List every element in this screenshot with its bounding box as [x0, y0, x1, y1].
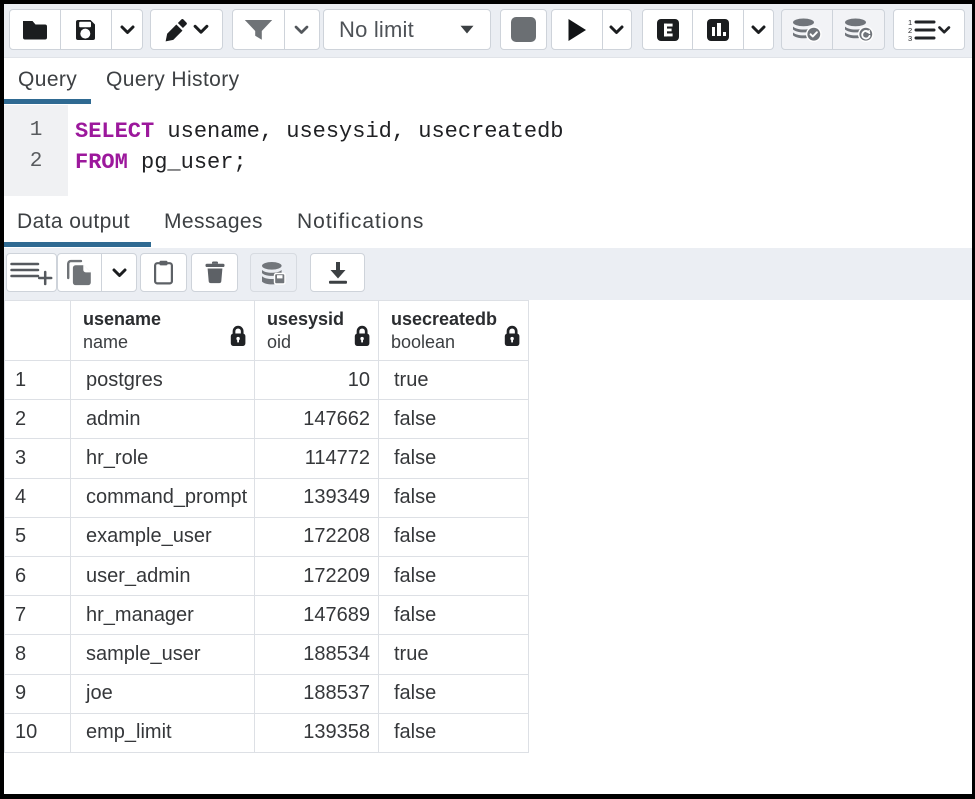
- svg-text:3: 3: [908, 33, 912, 41]
